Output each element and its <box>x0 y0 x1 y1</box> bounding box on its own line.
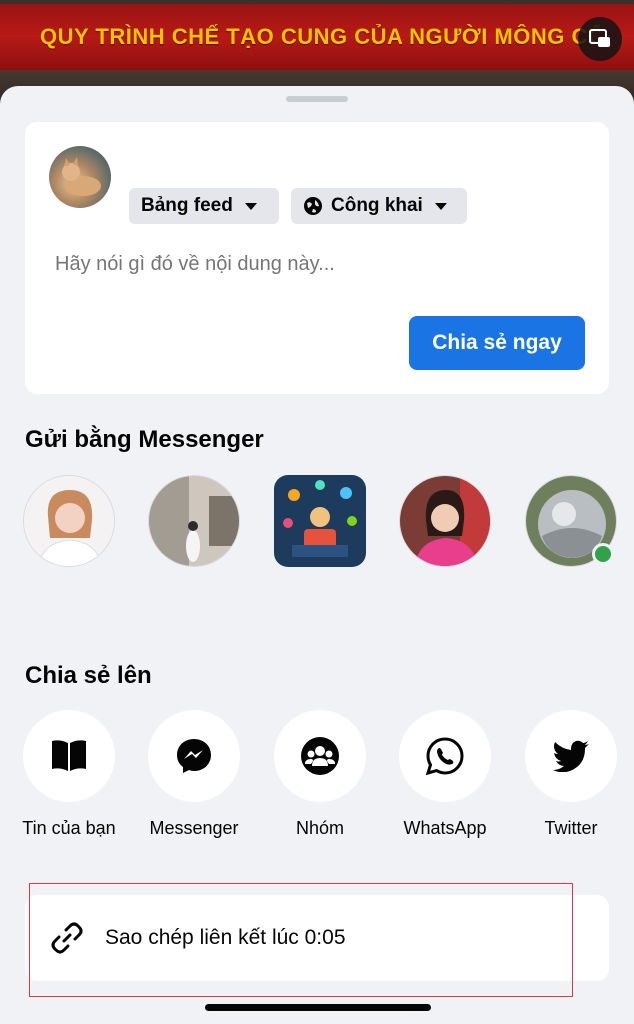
caret-down-icon <box>244 202 257 210</box>
share-target-label: Twitter <box>544 818 598 838</box>
audience-privacy-dropdown[interactable]: Công khai <box>291 188 467 224</box>
share-to-section-title: Chia sẻ lên <box>25 662 152 689</box>
sheet-grabber[interactable] <box>286 96 348 102</box>
online-status-dot <box>592 543 614 565</box>
messenger-section-title: Gửi bằng Messenger <box>25 426 264 453</box>
home-indicator[interactable] <box>205 1004 431 1011</box>
share-message-input[interactable] <box>55 248 575 280</box>
share-to-twitter[interactable]: Twitter <box>525 710 617 838</box>
audience-feed-label: Bảng feed <box>141 195 233 216</box>
audience-feed-dropdown[interactable]: Bảng feed <box>129 188 279 224</box>
messenger-contact[interactable] <box>399 475 491 567</box>
user-avatar <box>49 146 111 208</box>
picture-in-picture-button[interactable] <box>578 17 622 61</box>
whatsapp-icon <box>425 737 464 776</box>
user-name <box>129 152 309 170</box>
book-icon <box>52 740 86 771</box>
messenger-contact[interactable] <box>23 475 115 567</box>
twitter-icon <box>553 740 589 772</box>
messenger-contact[interactable] <box>148 475 240 567</box>
share-to-messenger[interactable]: Messenger <box>148 710 240 838</box>
annotation-highlight-box <box>29 883 573 997</box>
share-to-group[interactable]: Nhóm <box>274 710 366 838</box>
messenger-contact[interactable] <box>274 475 366 567</box>
share-sheet: Bảng feed Công khai Chia sẻ ngay Gửi bằn… <box>0 86 634 1024</box>
share-now-button[interactable]: Chia sẻ ngay <box>409 316 585 370</box>
globe-icon <box>304 197 322 215</box>
picture-in-picture-icon <box>589 29 610 47</box>
video-title: QUY TRÌNH CHẾ TẠO CUNG CỦA NGƯỜI MÔNG CỔ <box>40 24 600 49</box>
audience-privacy-label: Công khai <box>331 195 423 216</box>
share-to-whatsapp[interactable]: WhatsApp <box>399 710 491 838</box>
share-to-your-story[interactable]: Tin của bạn <box>22 710 116 838</box>
group-icon <box>301 737 339 775</box>
caret-down-icon <box>434 202 447 210</box>
video-title-banner: QUY TRÌNH CHẾ TẠO CUNG CỦA NGƯỜI MÔNG CỔ <box>0 4 634 70</box>
share-composer: Bảng feed Công khai Chia sẻ ngay <box>25 122 609 394</box>
messenger-icon <box>177 739 211 773</box>
